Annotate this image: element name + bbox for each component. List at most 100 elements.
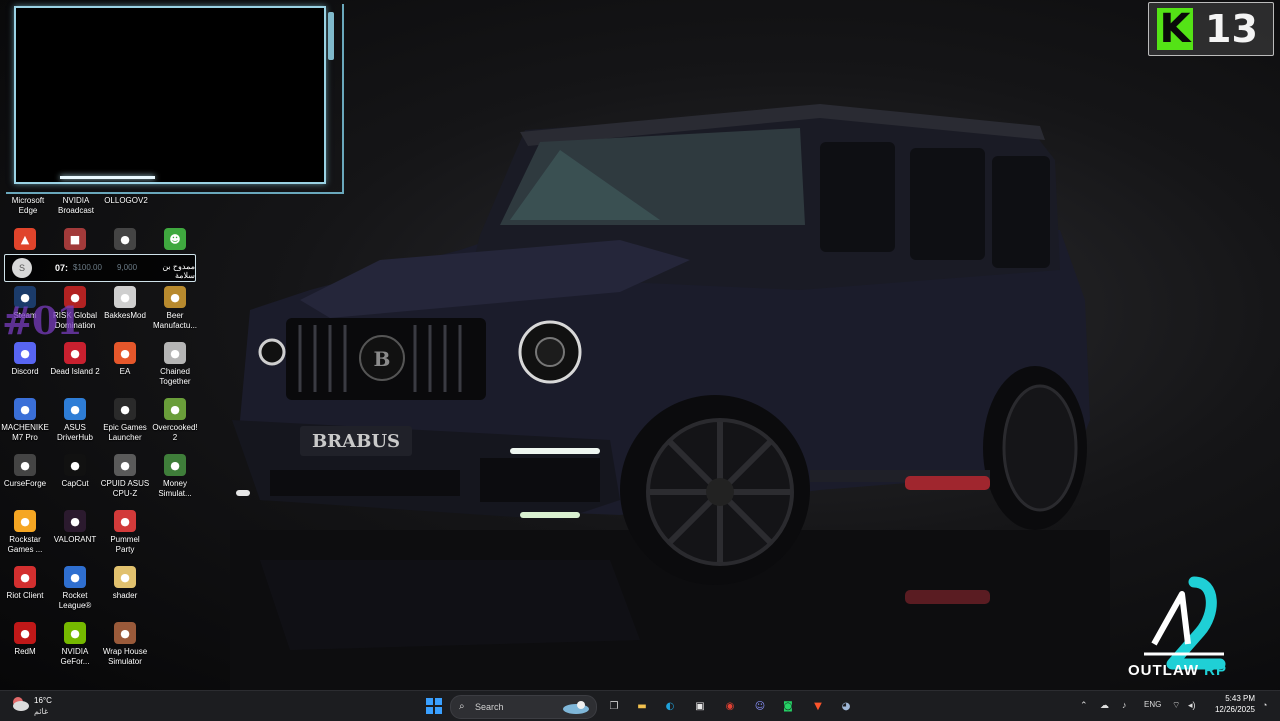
capcut-icon: ● (64, 454, 86, 476)
discord-taskbar-button[interactable]: ☺ (750, 696, 770, 716)
pummel-icon: ● (114, 510, 136, 532)
desktop-icon[interactable]: ● Money Simulat... (150, 454, 200, 499)
store-icon: ▣ (695, 700, 705, 712)
steam-taskbar-button[interactable]: ◕ (836, 696, 856, 716)
curseforge-icon: ● (14, 454, 36, 476)
desktop-icon-label: ASUS DriverHub (56, 423, 93, 442)
desktop-icon[interactable]: ● Epic Games Launcher (100, 398, 150, 443)
weather-cloud-icon (13, 697, 29, 711)
desktop-icon[interactable]: ● Rockstar Games ... (0, 510, 50, 555)
desktop-icon-label: CurseForge (3, 479, 47, 488)
wifi-icon[interactable]: ⌔ (1172, 700, 1180, 711)
desktop-icon[interactable]: ● Discord (0, 342, 50, 377)
dead-island-icon: ● (64, 342, 86, 364)
desktop-icon-label: CapCut (61, 479, 89, 488)
machenike-icon: ● (14, 398, 36, 420)
whatsapp-taskbar-button[interactable]: ◙ (778, 696, 798, 716)
desktop-icon[interactable]: ● Chained Together (150, 342, 200, 387)
desktop-icon-app[interactable]: ● (100, 228, 150, 253)
game-icon: ■ (64, 228, 86, 250)
brave-taskbar-button[interactable]: ▼ (808, 696, 828, 716)
weather-temperature: 16°C (34, 696, 52, 705)
k13-letter: K (1157, 8, 1193, 50)
store-taskbar-button[interactable]: ▣ (690, 696, 710, 716)
outlaw-rp-logo-text: OUTLAW RP (1128, 662, 1227, 679)
volume-icon[interactable]: ◂) (1188, 700, 1196, 711)
desktop-icon[interactable]: ● Dead Island 2 (50, 342, 100, 377)
desktop-icon-label-nvidia-broadcast[interactable]: NVIDIA Broadcast (48, 196, 104, 216)
desktop-icon-label: Wrap House Simulator (102, 647, 148, 666)
desktop-icon[interactable]: ● RedM (0, 622, 50, 657)
game-status-bar: S 07: $100.00 9,000 ممدوح بن سلامة (4, 254, 196, 282)
overlay-video-frame (14, 6, 326, 184)
desktop-icon-label-ollogov2[interactable]: OLLOGOV2 (98, 196, 154, 206)
desktop-icon-label: EA (119, 367, 131, 376)
desktop-icon[interactable]: ● MACHENIKE M7 Pro (0, 398, 50, 443)
outlaw-rp-suffix: RP (1204, 662, 1228, 679)
steam-icon: ◕ (841, 700, 851, 712)
desktop-icon-label: Dead Island 2 (50, 367, 100, 376)
desktop-icon[interactable]: ● NVIDIA GeFor... (50, 622, 100, 667)
task-view-button[interactable]: ❐ (604, 696, 624, 716)
language-indicator[interactable]: ENG (1144, 700, 1161, 709)
desktop-icon[interactable]: ● Pummel Party (100, 510, 150, 555)
alien-icon: ☻ (164, 228, 186, 250)
start-button[interactable] (424, 696, 444, 716)
desktop-icon[interactable]: ● shader (100, 566, 150, 601)
desktop-icon-game[interactable]: ■ (50, 228, 100, 253)
status-time: 07: (55, 263, 69, 273)
desktop-icon[interactable]: ● Beer Manufactu... (150, 286, 200, 331)
app-icon: ● (114, 228, 136, 250)
cpuz-icon: ● (114, 454, 136, 476)
chrome-taskbar-button[interactable]: ◉ (720, 696, 740, 716)
brave-icon: ▲ (14, 228, 36, 250)
overlay-glow-bar (60, 176, 155, 179)
taskbar-search-input[interactable]: ⌕ Search (450, 695, 597, 719)
overlay-scrollbar[interactable] (328, 12, 334, 60)
desktop-icon-label: Epic Games Launcher (103, 423, 147, 442)
desktop-icon-label: MACHENIKE M7 Pro (1, 423, 49, 442)
microphone-icon[interactable]: ♪ (1122, 700, 1127, 710)
taskbar-clock-time[interactable]: 5:43 PM (1215, 694, 1255, 703)
ea-icon: ● (114, 342, 136, 364)
desktop-icon[interactable]: ● CurseForge (0, 454, 50, 489)
show-hidden-icons-chevron-up-icon[interactable]: ⌃ (1080, 700, 1088, 711)
rockstar-icon: ● (14, 510, 36, 532)
desktop-icon-brave[interactable]: ▲ (0, 228, 50, 253)
desktop-icon-label: CPUID ASUS CPU-Z (100, 479, 150, 498)
desktop-icon-label: Discord (11, 367, 39, 376)
status-cash: $100.00 (73, 263, 102, 272)
search-placeholder: Search (475, 702, 504, 712)
desktop-icon-label: NVIDIA GeFor... (60, 647, 90, 666)
desktop-icon-alien[interactable]: ☻ (150, 228, 200, 253)
edge-taskbar-button[interactable]: ◐ (660, 696, 680, 716)
desktop-icon[interactable]: ● EA (100, 342, 150, 377)
desktop-icon-label: Beer Manufactu... (152, 311, 198, 330)
taskbar-clock-date[interactable]: 12/26/2025 (1205, 705, 1255, 714)
nvidia-icon: ● (64, 622, 86, 644)
desktop-icon[interactable]: ● BakkesMod (100, 286, 150, 321)
beer-icon: ● (164, 286, 186, 308)
desktop-icon[interactable]: ● VALORANT (50, 510, 100, 545)
weather-widget[interactable]: 16°C غائم (10, 694, 52, 717)
search-highlight-icon (563, 701, 589, 714)
k13-logo: K 13 (1148, 2, 1274, 56)
redm-icon: ● (14, 622, 36, 644)
desktop-icon[interactable]: ● Wrap House Simulator (100, 622, 150, 667)
folder-icon: ● (114, 566, 136, 588)
desktop-icon[interactable]: ● Rocket League® (50, 566, 100, 611)
task-view-icon: ❐ (609, 700, 619, 712)
desktop-icon-label: Overcooked! 2 (152, 423, 198, 442)
k13-number: 13 (1205, 7, 1258, 51)
status-bank: 9,000 (117, 263, 138, 272)
desktop-icon[interactable]: ● CPUID ASUS CPU-Z (100, 454, 150, 499)
desktop-icon[interactable]: ● CapCut (50, 454, 100, 489)
network-status-icon[interactable]: ☁ (1100, 700, 1109, 711)
desktop-icon[interactable]: ● ASUS DriverHub (50, 398, 100, 443)
player-avatar: S (12, 258, 32, 278)
desktop-icon[interactable]: ● Overcooked! 2 (150, 398, 200, 443)
notification-bell-icon[interactable]: ◔ (1262, 700, 1267, 710)
desktop-icon-label: Riot Client (6, 591, 44, 600)
desktop-icon[interactable]: ● Riot Client (0, 566, 50, 601)
file-explorer-button[interactable]: ▬ (632, 696, 652, 716)
